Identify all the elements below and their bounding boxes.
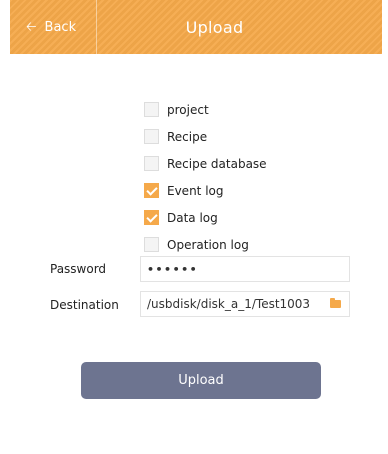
password-label: Password	[50, 262, 107, 276]
option-label: Data log	[167, 210, 218, 225]
upload-button[interactable]: Upload	[81, 362, 321, 399]
project-checkbox[interactable]	[144, 102, 159, 117]
option-project[interactable]: project	[144, 96, 267, 123]
destination-value: /usbdisk/disk_a_1/Test1003	[147, 297, 311, 311]
recipe-database-checkbox[interactable]	[144, 156, 159, 171]
option-label: Operation log	[167, 237, 249, 252]
option-recipe[interactable]: Recipe	[144, 123, 267, 150]
page-title: Upload	[185, 17, 244, 37]
top-bar: 🡠 Back Upload	[10, 0, 382, 54]
option-label: project	[167, 102, 209, 117]
option-label: Recipe	[167, 129, 208, 144]
option-event-log[interactable]: Event log	[144, 177, 267, 204]
folder-icon[interactable]	[330, 298, 341, 308]
upload-options-list: project Recipe Recipe database Event log…	[144, 96, 267, 258]
option-operation-log[interactable]: Operation log	[144, 231, 267, 258]
back-arrow-icon: 🡠	[26, 19, 37, 35]
event-log-checkbox[interactable]	[144, 183, 159, 198]
back-button-label: Back	[44, 19, 77, 35]
option-data-log[interactable]: Data log	[144, 204, 267, 231]
operation-log-checkbox[interactable]	[144, 237, 159, 252]
option-label: Event log	[167, 183, 224, 198]
destination-field[interactable]: /usbdisk/disk_a_1/Test1003	[140, 291, 350, 317]
data-log-checkbox[interactable]	[144, 210, 159, 225]
destination-label: Destination	[50, 298, 119, 312]
option-label: Recipe database	[167, 156, 267, 171]
recipe-checkbox[interactable]	[144, 129, 159, 144]
back-button[interactable]: 🡠 Back	[10, 0, 96, 54]
password-field[interactable]: ••••••	[140, 256, 350, 282]
password-value: ••••••	[147, 262, 199, 276]
option-recipe-database[interactable]: Recipe database	[144, 150, 267, 177]
